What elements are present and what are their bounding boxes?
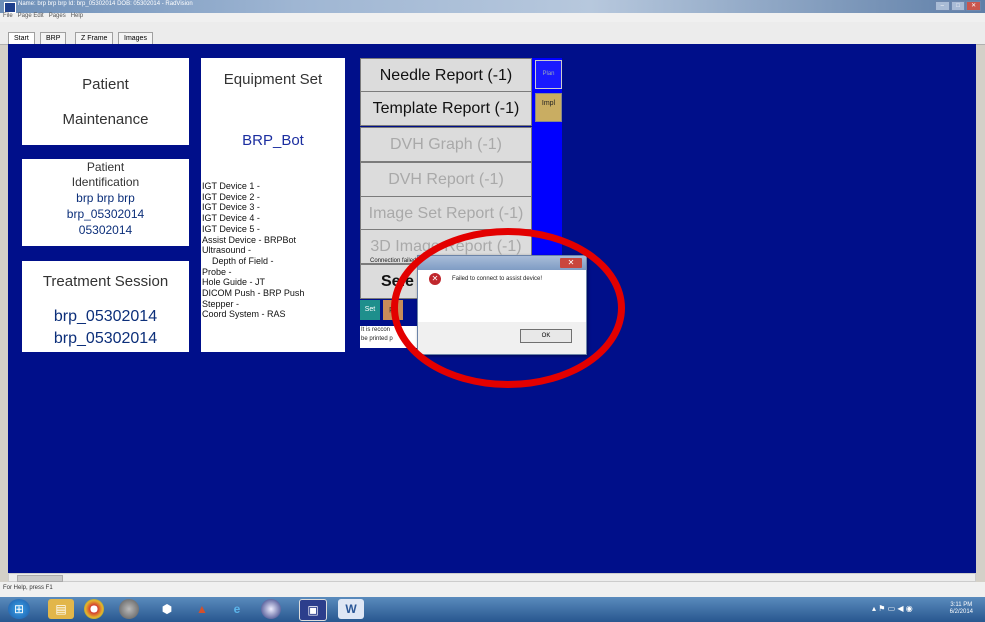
equipment-detail-item: IGT Device 4 - xyxy=(202,213,260,224)
equipment-detail-item: Probe - xyxy=(202,266,232,277)
menu-pages[interactable]: Pages xyxy=(49,13,66,19)
equipment-detail-item: Stepper - xyxy=(202,298,240,309)
equipment-detail-item: IGT Device 3 - xyxy=(202,202,260,213)
needle-report-button[interactable]: Needle Report (-1) xyxy=(360,58,532,93)
scrollbar-thumb[interactable] xyxy=(17,575,63,582)
chrome-icon[interactable] xyxy=(84,599,104,619)
horizontal-scrollbar[interactable] xyxy=(8,573,976,582)
patient-identification-heading2: Identification xyxy=(71,175,140,189)
tab-z-frame[interactable]: Z Frame xyxy=(75,32,114,44)
equipment-detail-item: DICOM Push - BRP Push xyxy=(202,288,305,299)
radvision-icon[interactable]: ▣ xyxy=(299,599,327,621)
treatment-session-line1: brp_05302014 xyxy=(53,308,158,325)
treatment-session-line2: brp_05302014 xyxy=(53,330,158,347)
equipment-detail-item: IGT Device 1 - xyxy=(202,181,260,191)
patient-dob: 05302014 xyxy=(78,223,133,237)
window-title: Name: brp brp brp Id: brp_05302014 DOB: … xyxy=(18,1,193,7)
tab-bar: Start BRP Z Frame Images xyxy=(0,22,985,45)
equipment-set-heading: Equipment Set xyxy=(223,71,323,88)
taskbar: ⊞ ▤ ⬢ ▲ e ▣ W ▴ ⚑ ▭ ◀ ◉ 3:11 PM 6/2/2014 xyxy=(0,597,985,622)
plan-tag[interactable]: Plan xyxy=(535,60,562,89)
impl-tag[interactable]: Impl xyxy=(535,93,562,122)
window-title-bar: Name: brp brp brp Id: brp_05302014 DOB: … xyxy=(0,0,985,13)
patient-name: brp brp brp xyxy=(76,191,135,205)
app-icon xyxy=(4,2,16,13)
set-button[interactable]: Set xyxy=(360,300,380,320)
dvh-report-button[interactable]: DVH Report (-1) xyxy=(360,162,532,197)
patient-id: brp_05302014 xyxy=(66,207,145,221)
tab-brp[interactable]: BRP xyxy=(40,32,67,44)
tray-icons[interactable]: ▴ ⚑ ▭ ◀ ◉ xyxy=(872,604,913,613)
image-set-report-button[interactable]: Image Set Report (-1) xyxy=(360,196,532,231)
window-controls: – □ ✕ xyxy=(935,1,982,11)
clock[interactable]: 3:11 PM 6/2/2014 xyxy=(950,602,973,616)
clock-time: 3:11 PM xyxy=(950,602,973,608)
ie-icon[interactable]: e xyxy=(224,599,250,619)
patient-identification-panel[interactable]: Patient Identification brp brp brp brp_0… xyxy=(22,159,189,246)
media-icon[interactable] xyxy=(119,599,139,619)
menu-file[interactable]: File xyxy=(3,13,13,19)
word-icon[interactable]: W xyxy=(338,599,364,619)
equipment-set-panel[interactable]: Equipment Set BRP_Bot IGT Device 1 - IGT … xyxy=(201,58,345,352)
equipment-set-name: BRP_Bot xyxy=(242,132,304,149)
minimize-button[interactable]: – xyxy=(935,1,950,11)
patient-maintenance-line1: Patient xyxy=(82,76,129,93)
template-report-button[interactable]: Template Report (-1) xyxy=(360,91,532,126)
windows-start-icon[interactable]: ⊞ xyxy=(8,599,30,619)
tab-start[interactable]: Start xyxy=(8,32,35,44)
equipment-detail-item: Coord System - RAS xyxy=(202,309,286,320)
status-bar: For Help, press F1 xyxy=(0,582,985,597)
treatment-session-panel[interactable]: Treatment Session brp_05302014 brp_05302… xyxy=(22,261,189,352)
clock-date: 6/2/2014 xyxy=(949,609,973,615)
equipment-detail-item: IGT Device 2 - xyxy=(202,191,260,202)
maximize-button[interactable]: □ xyxy=(950,1,966,11)
equipment-detail-item: Hole Guide - JT xyxy=(202,277,266,288)
browser-icon[interactable] xyxy=(261,599,281,619)
explorer-icon[interactable]: ▤ xyxy=(48,599,74,619)
patient-maintenance-line2: Maintenance xyxy=(62,111,149,128)
menu-bar: File Page Edit Pages Help xyxy=(0,13,985,22)
equipment-detail-item: Ultrasound - xyxy=(202,245,252,256)
close-button[interactable]: ✕ xyxy=(966,1,982,11)
patient-identification-heading1: Patient xyxy=(86,160,125,174)
dvh-graph-button[interactable]: DVH Graph (-1) xyxy=(360,127,532,162)
tab-images[interactable]: Images xyxy=(118,32,153,44)
equipment-detail-item: Assist Device - BRPBot xyxy=(202,234,297,245)
equipment-details-list: IGT Device 1 - IGT Device 2 - IGT Device 3… xyxy=(202,181,344,320)
treatment-session-heading: Treatment Session xyxy=(42,273,169,290)
status-text: For Help, press F1 xyxy=(3,585,53,591)
equipment-detail-item: Depth of Field - xyxy=(202,255,274,266)
menu-page-edit[interactable]: Page Edit xyxy=(18,13,44,19)
matlab-icon[interactable]: ▲ xyxy=(189,599,215,619)
patient-maintenance-panel[interactable]: Patient Maintenance xyxy=(22,58,189,145)
virtualbox-icon[interactable]: ⬢ xyxy=(154,599,180,619)
menu-help[interactable]: Help xyxy=(71,13,83,19)
highlight-circle xyxy=(391,228,625,388)
equipment-detail-item: IGT Device 5 - xyxy=(202,223,260,234)
